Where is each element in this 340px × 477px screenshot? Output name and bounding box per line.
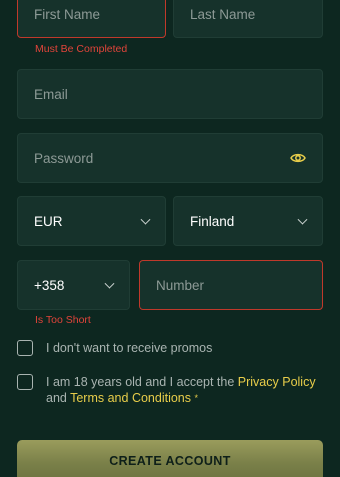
phone-number-placeholder: Number [156,277,205,293]
password-field[interactable]: Password [17,133,323,183]
country-value: Finland [190,213,235,229]
terms-text-and: and [46,391,71,405]
privacy-policy-link[interactable]: Privacy Policy [238,375,316,389]
email-field[interactable]: Email [17,69,323,119]
email-placeholder: Email [34,86,68,102]
first-name-placeholder: First Name [34,6,101,22]
currency-select[interactable]: EUR [17,196,166,246]
chevron-down-icon [104,278,115,289]
first-name-field[interactable]: First Name [17,0,166,38]
first-name-error: Must Be Completed [35,43,128,55]
country-select[interactable]: Finland [173,196,323,246]
currency-value: EUR [34,213,63,229]
phone-number-field[interactable]: Number [139,260,323,310]
terms-conditions-link[interactable]: Terms and Conditions [70,391,191,405]
terms-checkbox-label: I am 18 years old and I accept the Priva… [46,374,326,406]
chevron-down-icon [140,214,151,225]
last-name-field[interactable]: Last Name [173,0,323,38]
last-name-placeholder: Last Name [190,6,256,22]
required-mark: * [194,393,199,403]
eye-icon[interactable] [290,152,306,164]
promos-checkbox[interactable] [17,340,33,356]
terms-text-before: I am 18 years old and I accept the [46,375,238,389]
create-account-button[interactable]: CREATE ACCOUNT [17,440,323,477]
terms-checkbox[interactable] [17,374,33,390]
phone-code-value: +358 [34,277,65,293]
password-placeholder: Password [34,150,94,166]
promos-checkbox-label: I don't want to receive promos [46,341,213,355]
phone-code-select[interactable]: +358 [17,260,130,310]
phone-number-error: Is Too Short [35,314,91,326]
chevron-down-icon [297,214,308,225]
